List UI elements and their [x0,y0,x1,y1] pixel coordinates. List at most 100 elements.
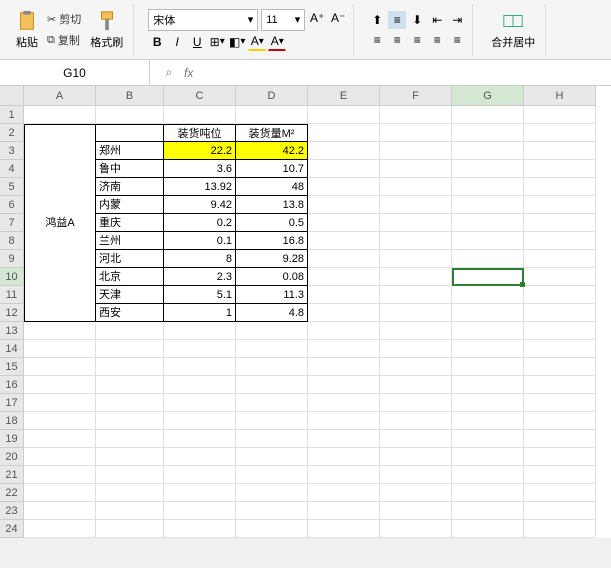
row-header[interactable]: 24 [0,520,24,538]
align-middle-button[interactable]: ≡ [388,11,406,29]
bold-button[interactable]: B [148,33,166,51]
cell-H1[interactable] [524,106,596,124]
cell-H16[interactable] [524,376,596,394]
cell-C10[interactable]: 2.3 [164,268,236,286]
cell-B20[interactable] [96,448,164,466]
cell-B8[interactable]: 兰州 [96,232,164,250]
cell-G19[interactable] [452,430,524,448]
cell-G7[interactable] [452,214,524,232]
row-header[interactable]: 3 [0,142,24,160]
cell-H10[interactable] [524,268,596,286]
cell-B18[interactable] [96,412,164,430]
format-painter-button[interactable]: 格式刷 [86,8,127,52]
merge-center-button[interactable]: 合并居中 [487,8,539,52]
cell-A1[interactable] [24,106,96,124]
cell-E1[interactable] [308,106,380,124]
cell-D6[interactable]: 13.8 [236,196,308,214]
cell-C23[interactable] [164,502,236,520]
cell-F2[interactable] [380,124,452,142]
cell-H21[interactable] [524,466,596,484]
cell-H24[interactable] [524,520,596,538]
cell-F14[interactable] [380,340,452,358]
cut-button[interactable]: ✂剪切 [44,9,84,29]
underline-button[interactable]: U [188,33,206,51]
cell-C20[interactable] [164,448,236,466]
cell-D14[interactable] [236,340,308,358]
row-header[interactable]: 9 [0,250,24,268]
cell-C14[interactable] [164,340,236,358]
col-header-f[interactable]: F [380,86,452,106]
cell-D7[interactable]: 0.5 [236,214,308,232]
insert-function-button[interactable]: ⌕ [160,64,178,82]
cell-G3[interactable] [452,142,524,160]
cell-F4[interactable] [380,160,452,178]
cell-A23[interactable] [24,502,96,520]
cell-F7[interactable] [380,214,452,232]
cell-G20[interactable] [452,448,524,466]
cell-B11[interactable]: 天津 [96,286,164,304]
cell-H3[interactable] [524,142,596,160]
cell-A9[interactable] [24,250,96,268]
cell-D3[interactable]: 42.2 [236,142,308,160]
cell-C24[interactable] [164,520,236,538]
row-header[interactable]: 2 [0,124,24,142]
cell-B3[interactable]: 郑州 [96,142,164,160]
row-header[interactable]: 15 [0,358,24,376]
cell-G4[interactable] [452,160,524,178]
cell-G11[interactable] [452,286,524,304]
row-header[interactable]: 17 [0,394,24,412]
cell-H17[interactable] [524,394,596,412]
cell-C2[interactable]: 装货吨位 [164,124,236,142]
cell-E2[interactable] [308,124,380,142]
row-header[interactable]: 10 [0,268,24,286]
cell-G15[interactable] [452,358,524,376]
cell-C13[interactable] [164,322,236,340]
align-top-button[interactable]: ⬆ [368,11,386,29]
row-header[interactable]: 16 [0,376,24,394]
cell-D1[interactable] [236,106,308,124]
font-size-select[interactable]: 11▾ [261,9,305,31]
cell-C8[interactable]: 0.1 [164,232,236,250]
cell-B2[interactable] [96,124,164,142]
cell-H13[interactable] [524,322,596,340]
row-header[interactable]: 20 [0,448,24,466]
row-header[interactable]: 11 [0,286,24,304]
cell-A4[interactable] [24,160,96,178]
cell-H23[interactable] [524,502,596,520]
cell-H6[interactable] [524,196,596,214]
cell-A8[interactable] [24,232,96,250]
cell-E17[interactable] [308,394,380,412]
cell-F11[interactable] [380,286,452,304]
cell-D19[interactable] [236,430,308,448]
cell-G9[interactable] [452,250,524,268]
col-header-d[interactable]: D [236,86,308,106]
cell-C4[interactable]: 3.6 [164,160,236,178]
cell-D20[interactable] [236,448,308,466]
cell-H7[interactable] [524,214,596,232]
font-name-select[interactable]: 宋体▾ [148,9,258,31]
cell-A13[interactable] [24,322,96,340]
cell-D24[interactable] [236,520,308,538]
cell-G13[interactable] [452,322,524,340]
cell-G6[interactable] [452,196,524,214]
select-all-corner[interactable] [0,86,24,106]
row-header[interactable]: 8 [0,232,24,250]
cell-D15[interactable] [236,358,308,376]
cell-E23[interactable] [308,502,380,520]
cell-B15[interactable] [96,358,164,376]
cell-C7[interactable]: 0.2 [164,214,236,232]
cell-A19[interactable] [24,430,96,448]
cell-B19[interactable] [96,430,164,448]
cell-H19[interactable] [524,430,596,448]
cell-A15[interactable] [24,358,96,376]
col-header-a[interactable]: A [24,86,96,106]
cell-A10[interactable] [24,268,96,286]
align-bottom-button[interactable]: ⬇ [408,11,426,29]
cell-G24[interactable] [452,520,524,538]
cell-B22[interactable] [96,484,164,502]
font-color-button[interactable]: A▾ [268,33,286,51]
cell-H20[interactable] [524,448,596,466]
cell-F24[interactable] [380,520,452,538]
cell-E5[interactable] [308,178,380,196]
cell-B24[interactable] [96,520,164,538]
